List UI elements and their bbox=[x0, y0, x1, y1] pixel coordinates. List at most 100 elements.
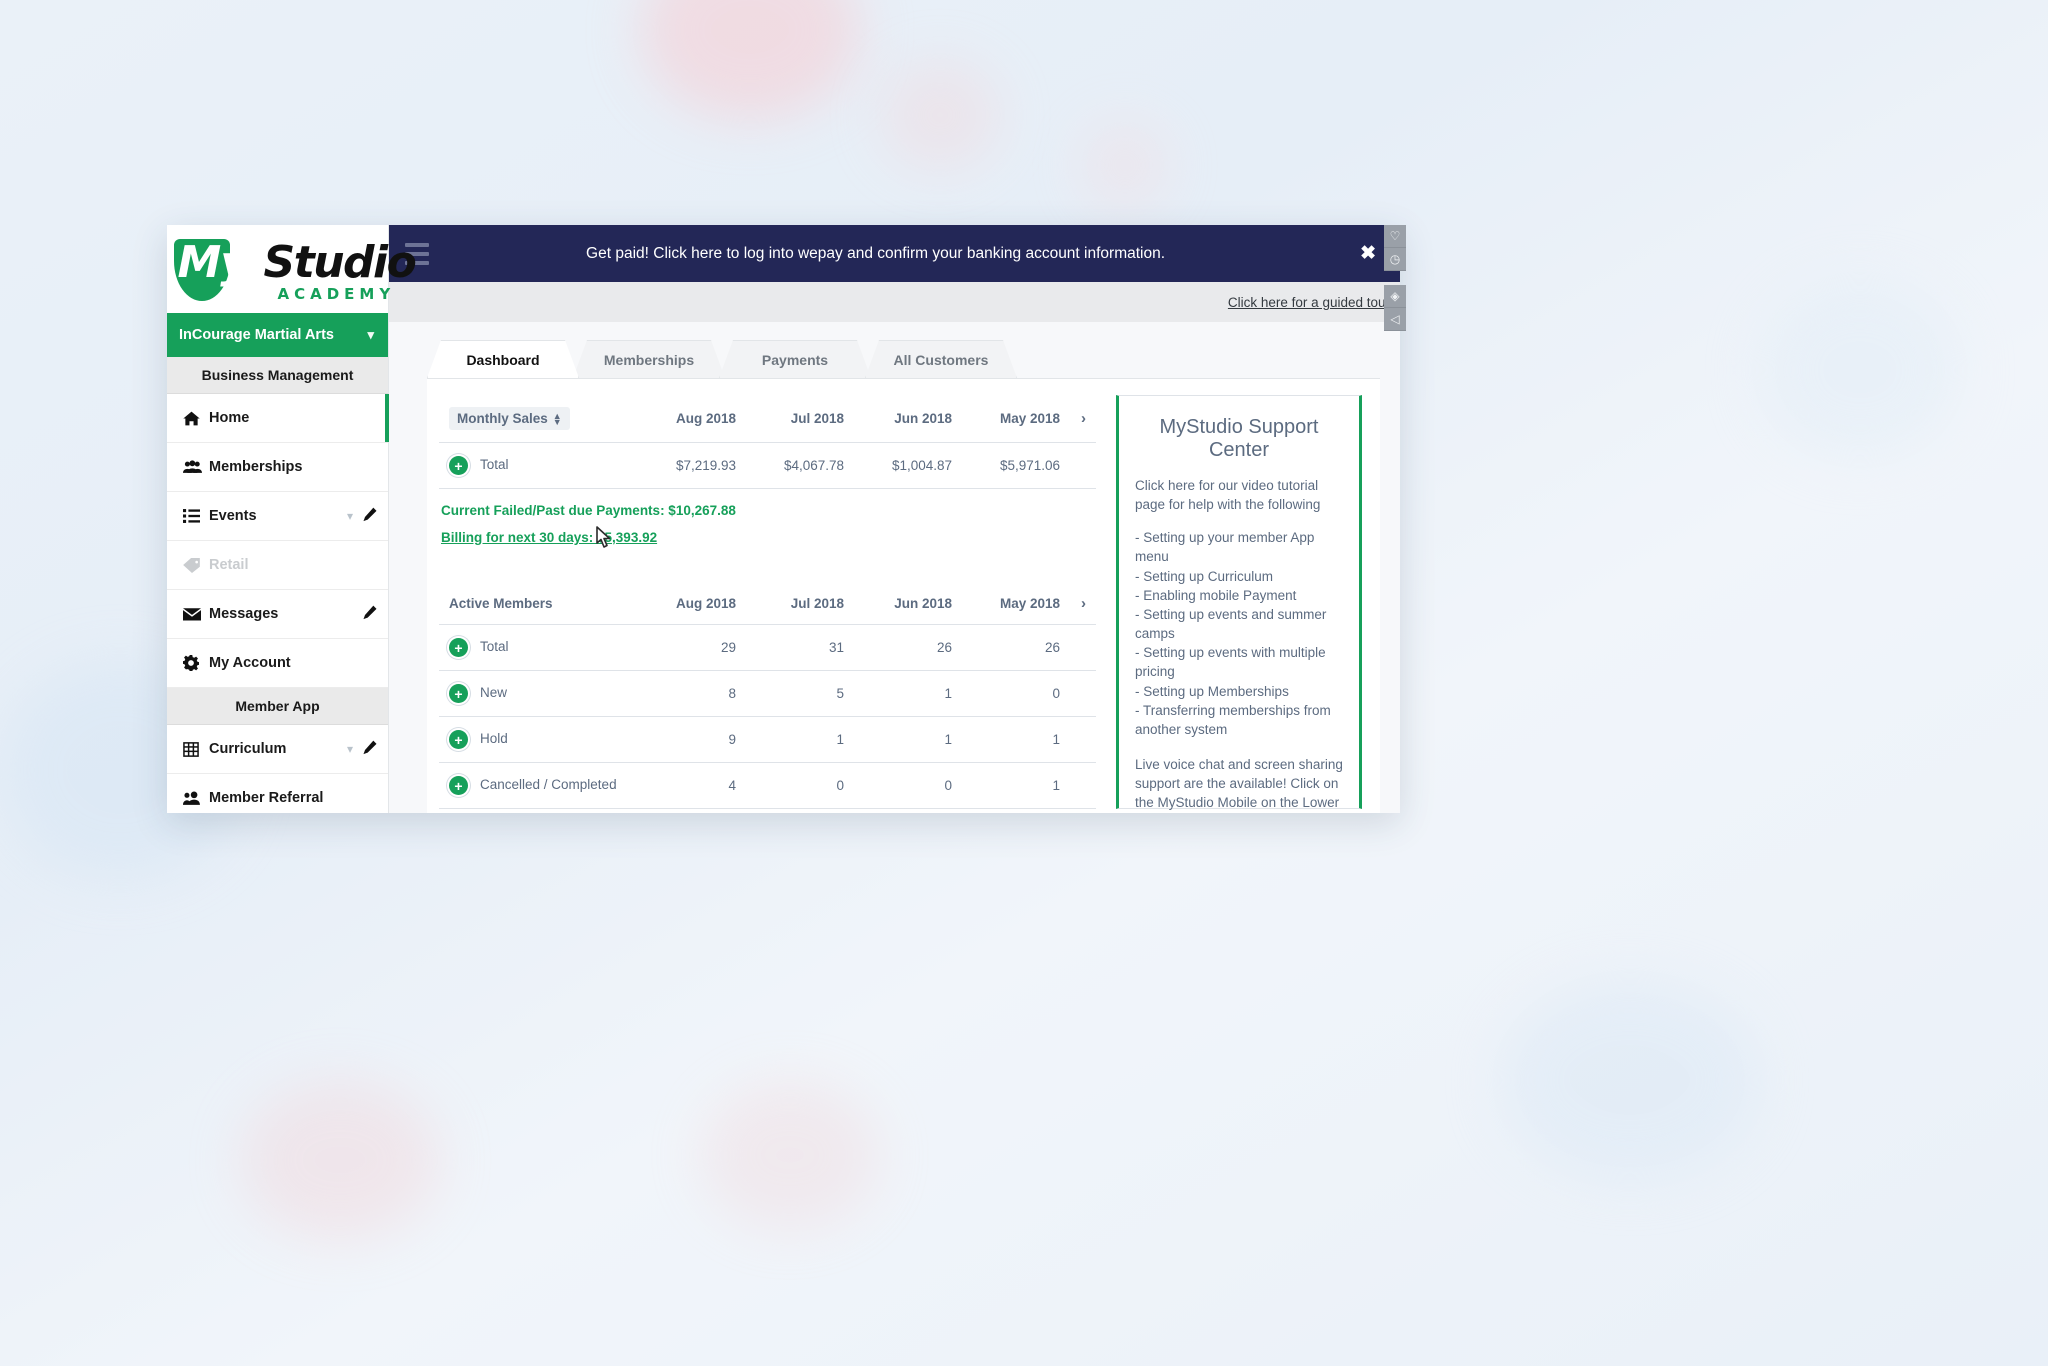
app-logo[interactable]: My Studio ACADEMY bbox=[167, 225, 388, 313]
expand-row-button[interactable]: + bbox=[449, 638, 468, 657]
bg-blob bbox=[240, 1080, 440, 1240]
top-banner: Get paid! Click here to log into wepay a… bbox=[389, 225, 1400, 282]
tab-all-customers[interactable]: All Customers bbox=[865, 340, 1017, 378]
users-icon bbox=[183, 460, 209, 474]
row-value: -4 bbox=[638, 809, 746, 814]
tag-icon bbox=[183, 558, 209, 573]
sidebar-item-label: Retail bbox=[209, 557, 378, 573]
tab-bar: Dashboard Memberships Payments All Custo… bbox=[389, 322, 1400, 378]
expand-row-button[interactable]: + bbox=[449, 456, 468, 475]
expand-row-button[interactable]: + bbox=[449, 684, 468, 703]
sidebar: My Studio ACADEMY InCourage Martial Arts… bbox=[167, 225, 389, 813]
bg-blob bbox=[880, 60, 1000, 170]
row-label-cell: +Total bbox=[439, 443, 638, 489]
row-label: Cancelled / Completed bbox=[480, 777, 617, 792]
main-content: Dashboard Memberships Payments All Custo… bbox=[389, 322, 1400, 813]
support-center-card: MyStudio Support Center Click here for o… bbox=[1116, 395, 1362, 809]
sidebar-item-memberships[interactable]: Memberships bbox=[167, 443, 388, 492]
column-header: Jul 2018 bbox=[746, 583, 854, 625]
tab-label: Dashboard bbox=[466, 352, 539, 368]
chevron-down-icon[interactable]: ▾ bbox=[347, 742, 353, 756]
floating-toolbar[interactable]: ♡ ◷ ◈ ◁ bbox=[1384, 225, 1406, 331]
row-value: 26 bbox=[854, 625, 962, 671]
next-period-arrow[interactable]: › bbox=[1070, 583, 1096, 625]
edit-pencil-icon[interactable] bbox=[363, 507, 378, 525]
logo-my-text: My bbox=[178, 237, 248, 288]
monthly-sales-sort-chip[interactable]: Monthly Sales ▲▼ bbox=[449, 407, 570, 430]
studio-selector[interactable]: InCourage Martial Arts ▾ bbox=[167, 313, 388, 357]
banner-message[interactable]: Get paid! Click here to log into wepay a… bbox=[445, 245, 1336, 263]
support-footer: Live voice chat and screen sharing suppo… bbox=[1135, 755, 1343, 813]
collapse-icon[interactable]: ◁ bbox=[1384, 308, 1406, 331]
clock-icon[interactable]: ◷ bbox=[1384, 248, 1406, 271]
column-header: Jun 2018 bbox=[854, 583, 962, 625]
studio-name: InCourage Martial Arts bbox=[179, 327, 334, 343]
list-item: - Setting up events with multiple pricin… bbox=[1135, 643, 1343, 681]
edit-pencil-icon[interactable] bbox=[363, 605, 378, 623]
sidebar-section-member-app: Member App bbox=[167, 688, 388, 725]
heart-glyph: ♡ bbox=[1390, 229, 1401, 243]
monthly-sales-table: Monthly Sales ▲▼ Aug 2018 Jul 2018 Jun 2… bbox=[439, 395, 1096, 489]
chevron-down-icon: ▾ bbox=[367, 327, 374, 343]
row-label-cell: + Cancelled / Completed bbox=[439, 763, 638, 809]
tab-memberships[interactable]: Memberships bbox=[573, 340, 725, 378]
column-header: Aug 2018 bbox=[638, 583, 746, 625]
row-value: 1 bbox=[962, 717, 1070, 763]
billing-next-30-link[interactable]: Billing for next 30 days: $5,393.92 bbox=[441, 530, 657, 545]
row-value: 0 bbox=[746, 763, 854, 809]
logo-studio-text: Studio bbox=[264, 237, 416, 288]
home-icon bbox=[183, 411, 209, 426]
row-value: $7,219.93 bbox=[638, 443, 746, 489]
sidebar-item-messages[interactable]: Messages bbox=[167, 590, 388, 639]
column-header: May 2018 bbox=[962, 583, 1070, 625]
layers-glyph: ◈ bbox=[1390, 289, 1399, 303]
table-row: +Total $7,219.93 $4,067.78 $1,004.87 $5,… bbox=[439, 443, 1096, 489]
edit-pencil-icon[interactable] bbox=[363, 740, 378, 758]
row-value: 31 bbox=[746, 625, 854, 671]
row-value: 1 bbox=[962, 763, 1070, 809]
tab-payments[interactable]: Payments bbox=[719, 340, 871, 378]
tab-dashboard[interactable]: Dashboard bbox=[427, 340, 579, 378]
row-value: 1 bbox=[854, 671, 962, 717]
support-intro[interactable]: Click here for our video tutorial page f… bbox=[1135, 476, 1343, 514]
row-value: 26 bbox=[962, 625, 1070, 671]
sidebar-item-my-account[interactable]: My Account bbox=[167, 639, 388, 688]
row-value: $1,004.87 bbox=[854, 443, 962, 489]
dashboard-tables: Monthly Sales ▲▼ Aug 2018 Jul 2018 Jun 2… bbox=[439, 395, 1096, 813]
sidebar-item-curriculum[interactable]: Curriculum ▾ bbox=[167, 725, 388, 774]
row-label-cell: + Hold bbox=[439, 717, 638, 763]
row-value: -2 bbox=[962, 809, 1070, 814]
sidebar-item-home[interactable]: Home bbox=[167, 394, 388, 443]
row-label-cell: +New bbox=[439, 671, 638, 717]
row-value: 0 bbox=[854, 809, 962, 814]
list-item: - Setting up Memberships bbox=[1135, 682, 1343, 701]
bg-blob bbox=[1500, 980, 1760, 1180]
tab-label: Memberships bbox=[604, 352, 694, 368]
table-row: +Cancelled / Completed 4 0 0 1 bbox=[439, 763, 1096, 809]
gear-icon bbox=[183, 655, 209, 671]
support-title: MyStudio Support Center bbox=[1135, 416, 1343, 462]
sidebar-item-member-referral[interactable]: Member Referral bbox=[167, 774, 388, 813]
sidebar-item-label: Curriculum bbox=[209, 741, 347, 757]
chevron-down-icon[interactable]: ▾ bbox=[347, 509, 353, 523]
monthly-sales-title: Monthly Sales bbox=[457, 411, 548, 426]
table-icon bbox=[183, 742, 209, 757]
envelope-icon bbox=[183, 607, 209, 621]
table-row-net-gain: Net Gain -4 4 0 -2 bbox=[439, 809, 1096, 814]
column-header: Aug 2018 bbox=[638, 395, 746, 443]
guided-tour-link[interactable]: Click here for a guided tour bbox=[1228, 295, 1390, 310]
sort-updown-icon: ▲▼ bbox=[553, 413, 562, 425]
row-value: $5,971.06 bbox=[962, 443, 1070, 489]
layers-icon[interactable]: ◈ bbox=[1384, 285, 1406, 308]
monthly-sales-title-cell: Monthly Sales ▲▼ bbox=[439, 395, 638, 443]
sidebar-item-events[interactable]: Events ▾ bbox=[167, 492, 388, 541]
app-window: My Studio ACADEMY InCourage Martial Arts… bbox=[167, 225, 1400, 813]
list-item: - Transferring memberships from another … bbox=[1135, 701, 1343, 739]
row-label: Hold bbox=[480, 731, 508, 746]
expand-row-button[interactable]: + bbox=[449, 730, 468, 749]
expand-row-button[interactable]: + bbox=[449, 776, 468, 795]
heart-icon[interactable]: ♡ bbox=[1384, 225, 1406, 248]
row-label: Net Gain bbox=[439, 809, 638, 814]
next-period-arrow[interactable]: › bbox=[1070, 395, 1096, 443]
list-item: - Setting up Curriculum bbox=[1135, 567, 1343, 586]
